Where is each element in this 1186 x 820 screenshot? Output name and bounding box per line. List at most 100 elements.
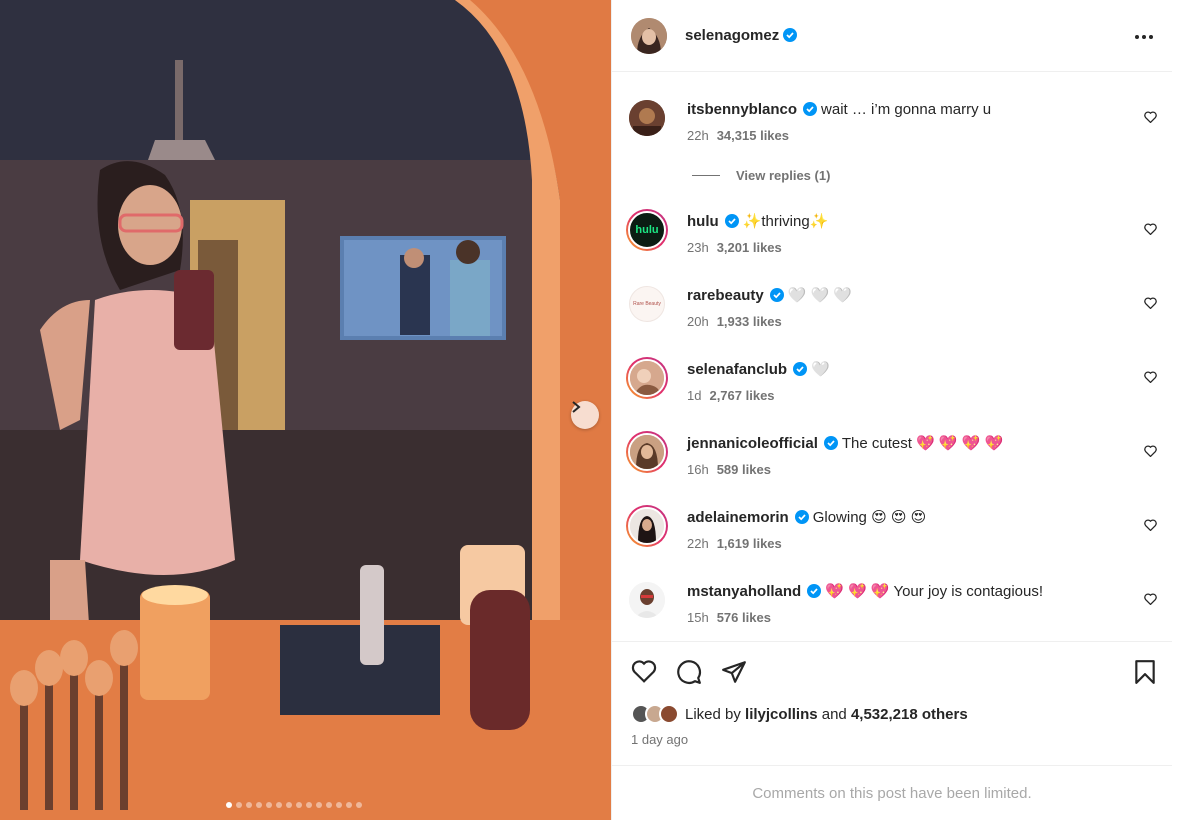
- commenter-avatar[interactable]: Rare Beauty: [629, 286, 665, 322]
- comment-username[interactable]: mstanyaholland: [687, 583, 801, 600]
- comment-like-button[interactable]: [1144, 296, 1157, 314]
- comment-username[interactable]: jennanicoleofficial: [687, 435, 818, 452]
- comment-text: The cutest 💖 💖 💖 💖: [841, 435, 1004, 452]
- comment-time: 22h: [687, 536, 709, 551]
- comment-item: selenafanclub 🤍 1d 2,767 likes: [612, 356, 1172, 416]
- save-button[interactable]: [1134, 659, 1156, 690]
- avatar-image: [629, 582, 665, 618]
- comment-time: 1d: [687, 388, 702, 403]
- heart-icon: [631, 660, 657, 683]
- comment-like-button[interactable]: [1144, 518, 1157, 536]
- replies-divider: [692, 175, 720, 176]
- comment-likes[interactable]: 1,933 likes: [717, 314, 782, 329]
- carousel-next-button[interactable]: [571, 401, 599, 429]
- comment-item: adelainemorin Glowing 😍 😍 😍 22h 1,619 like…: [612, 504, 1172, 564]
- commenter-avatar[interactable]: hulu: [626, 209, 668, 251]
- heart-icon: [1144, 111, 1157, 124]
- carousel-dot: [356, 802, 362, 808]
- commenter-avatar[interactable]: [626, 505, 668, 547]
- carousel-dot: [286, 802, 292, 808]
- author-username[interactable]: selenagomez: [685, 27, 798, 45]
- comment-likes[interactable]: 34,315 likes: [717, 128, 789, 143]
- heart-icon: [1144, 223, 1157, 236]
- liked-by-count[interactable]: 4,532,218 others: [851, 706, 968, 723]
- liker-avatars: [631, 704, 679, 724]
- more-options-button[interactable]: [1134, 27, 1154, 52]
- comment-like-button[interactable]: [1144, 592, 1157, 610]
- verified-icon: [783, 27, 798, 42]
- avatar-photo: [630, 509, 664, 543]
- carousel-dot: [316, 802, 322, 808]
- carousel-dot: [236, 802, 242, 808]
- comment-time: 15h: [687, 610, 709, 625]
- avatar-image: [628, 433, 666, 471]
- comment-likes[interactable]: 589 likes: [717, 462, 771, 477]
- share-button[interactable]: [721, 659, 747, 690]
- commenter-avatar[interactable]: [629, 100, 665, 136]
- author-username-text[interactable]: selenagomez: [685, 27, 779, 44]
- comments-limited-notice: Comments on this post have been limited.: [612, 765, 1172, 820]
- avatar-image: [631, 17, 667, 54]
- liker-avatar[interactable]: [659, 704, 679, 724]
- comment-item: jennanicoleofficial The cutest 💖 💖 💖 💖 16…: [612, 430, 1172, 490]
- avatar-image: [629, 100, 665, 136]
- carousel-dot: [296, 802, 302, 808]
- comment-likes[interactable]: 3,201 likes: [717, 240, 782, 255]
- avatar-image: hulu: [628, 211, 666, 249]
- view-replies-button[interactable]: View replies (1): [692, 168, 830, 183]
- hulu-logo: hulu: [635, 224, 659, 236]
- comment-text: wait … i’m gonna marry u: [821, 101, 992, 118]
- carousel-dot: [256, 802, 262, 808]
- commenter-avatar[interactable]: [626, 431, 668, 473]
- post-time[interactable]: 1 day ago: [631, 732, 688, 747]
- verified-icon: [794, 510, 809, 524]
- heart-icon: [1144, 593, 1157, 606]
- liked-by-user[interactable]: lilyjcollins: [745, 706, 818, 723]
- comment-likes[interactable]: 576 likes: [717, 610, 771, 625]
- heart-icon: [1144, 297, 1157, 310]
- heart-icon: [1144, 371, 1157, 384]
- carousel-dot: [276, 802, 282, 808]
- commenter-avatar[interactable]: [626, 357, 668, 399]
- comment-username[interactable]: rarebeauty: [687, 287, 764, 304]
- liked-by-prefix: Liked by: [685, 705, 741, 723]
- carousel-dots: [226, 802, 362, 808]
- comment-time: 20h: [687, 314, 709, 329]
- comment-username[interactable]: adelainemorin: [687, 509, 789, 526]
- comment-like-button[interactable]: [1144, 222, 1157, 240]
- comment-time: 16h: [687, 462, 709, 477]
- rarebeauty-logo: Rare Beauty: [633, 301, 661, 307]
- like-button[interactable]: [631, 659, 657, 688]
- comment-username[interactable]: itsbennyblanco: [687, 101, 797, 118]
- view-replies-label[interactable]: View replies (1): [736, 168, 830, 183]
- commenter-avatar[interactable]: [629, 582, 665, 618]
- comment-text: 🤍: [811, 361, 830, 378]
- verified-icon: [807, 584, 822, 598]
- liked-by-and: and: [821, 705, 847, 723]
- comment-time: 22h: [687, 128, 709, 143]
- comment-item: mstanyaholland 💖 💖 💖 Your joy is contagio…: [612, 578, 1172, 638]
- comment-like-button[interactable]: [1144, 370, 1157, 388]
- post-side-panel: selenagomez itsbennyblanco wait … i’m gon…: [611, 0, 1172, 820]
- comment-likes[interactable]: 2,767 likes: [709, 388, 774, 403]
- post-photo: [0, 0, 611, 820]
- comment-text: ✨thriving✨: [742, 213, 829, 230]
- carousel-dot: [246, 802, 252, 808]
- carousel-dot: [346, 802, 352, 808]
- avatar-photo: [630, 361, 664, 395]
- comment-username[interactable]: selenafanclub: [687, 361, 787, 378]
- carousel-dot: [326, 802, 332, 808]
- comment-like-button[interactable]: [1144, 110, 1157, 128]
- verified-icon: [769, 288, 784, 302]
- comment-like-button[interactable]: [1144, 444, 1157, 462]
- comment-username[interactable]: hulu: [687, 213, 719, 230]
- post-actions: Liked by lilyjcollins and 4,532,218 othe…: [612, 641, 1172, 765]
- comment-likes[interactable]: 1,619 likes: [717, 536, 782, 551]
- post-image[interactable]: [0, 0, 611, 820]
- carousel-dot: [226, 802, 232, 808]
- carousel-dot: [306, 802, 312, 808]
- heart-icon: [1144, 519, 1157, 532]
- comment-button[interactable]: [676, 659, 702, 690]
- author-avatar[interactable]: [631, 17, 667, 54]
- likes-summary: Liked by lilyjcollins and 4,532,218 othe…: [631, 704, 968, 724]
